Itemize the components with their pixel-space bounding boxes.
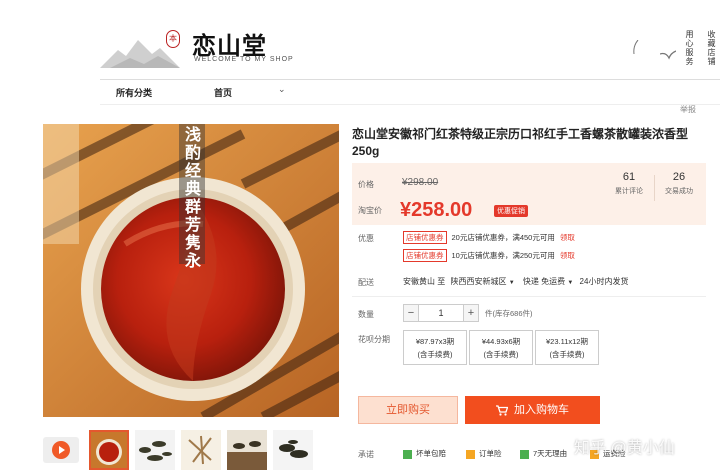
installment-option-3[interactable]: ¥87.97x3期 (含手续费) (403, 330, 467, 365)
shop-nav: 所有分类 ⌄ 首页 (100, 80, 720, 104)
nav-all-categories[interactable]: 所有分类 (116, 86, 152, 99)
price-box: 价格 ¥298.00 淘宝价 ¥258.00 优惠促销 61 累计评论 26 交… (352, 163, 706, 225)
installment-option-6[interactable]: ¥44.93x6期 (含手续费) (469, 330, 533, 365)
coupon-text: 10元店铺优惠券，满250元可用 (451, 251, 555, 260)
caret-down-icon[interactable]: ▼ (509, 280, 515, 286)
coupon-text: 20元店铺优惠券，满450元可用 (451, 233, 555, 242)
section-divider (352, 296, 706, 297)
promo-badge: 优惠促销 (494, 205, 528, 217)
thumbnail-5[interactable] (273, 430, 313, 470)
original-price: ¥298.00 (402, 177, 439, 188)
thumbnail-1[interactable] (89, 430, 129, 470)
bird-icon (660, 50, 676, 60)
shop-seal: 本 (166, 30, 180, 48)
stat-reviews[interactable]: 61 累计评论 (604, 171, 654, 196)
stock-text: 件(库存686件) (485, 309, 533, 318)
product-main-image[interactable]: 浅酌经典群芳隽永 (43, 124, 339, 417)
sales-label: 交易成功 (665, 188, 693, 195)
claim-coupon-link[interactable]: 领取 (560, 233, 575, 242)
coupon-row-1: 店铺优惠券 20元店铺优惠券，满450元可用 领取 (403, 231, 575, 244)
ship-method-select[interactable]: 快递 免运费 (523, 277, 565, 286)
video-play-button[interactable] (43, 437, 79, 463)
shield-check-icon (403, 449, 412, 459)
buy-now-button[interactable]: 立即购买 (358, 396, 458, 424)
promise-item[interactable]: 订单险 (466, 448, 502, 459)
image-overlay-text: 浅酌经典群芳隽永 (182, 126, 201, 270)
favorite-shop-link[interactable]: 收藏店铺 (706, 30, 717, 66)
add-to-cart-label: 加入购物车 (514, 404, 569, 416)
coupon-tag: 店铺优惠券 (403, 231, 447, 244)
ship-from: 安徽黄山 至 (403, 277, 446, 286)
reviews-count: 61 (622, 171, 636, 183)
caret-down-icon[interactable]: ▼ (567, 280, 573, 286)
stat-sales: 26 交易成功 (654, 171, 704, 196)
shop-header: 本 恋山堂 WELCOME TO MY SHOP 用心服务 收藏店铺 (0, 0, 720, 80)
claim-coupon-link[interactable]: 领取 (560, 251, 575, 260)
thumbnail-2[interactable] (135, 430, 175, 470)
installment-option-12[interactable]: ¥23.11x12期 (含手续费) (535, 330, 599, 365)
coupon-tag: 店铺优惠券 (403, 249, 447, 262)
reviews-label: 累计评论 (615, 188, 643, 195)
chevron-down-icon[interactable]: ⌄ (278, 84, 286, 95)
increment-button[interactable]: + (463, 304, 479, 322)
shipping-label: 配送 (358, 278, 374, 287)
cart-icon (496, 404, 508, 416)
feather-icon (633, 40, 639, 54)
service-link[interactable]: 用心服务 (684, 30, 695, 66)
report-link[interactable]: 举报 (680, 104, 696, 115)
product-title: 恋山堂安徽祁门红茶特级正宗历口祁红手工香螺茶散罐装浓香型250g (352, 127, 689, 158)
ship-destination-select[interactable]: 陕西西安新城区 (450, 277, 506, 286)
nav-divider (100, 104, 720, 105)
insurance-icon (466, 449, 475, 459)
sales-count: 26 (672, 171, 686, 183)
current-price: ¥258.00 (400, 199, 473, 221)
quantity-label: 数量 (358, 310, 374, 319)
promise-item[interactable]: 7天无理由 (520, 448, 567, 459)
promise-item[interactable]: 坏单包赔 (403, 448, 446, 459)
coupons-label: 优惠 (358, 234, 374, 243)
price-label: 价格 (358, 180, 374, 189)
zhihu-watermark: 知乎 @黄小仙 (574, 440, 675, 457)
welcome-text: WELCOME TO MY SHOP (194, 56, 294, 63)
thumbnail-3[interactable] (181, 430, 221, 470)
taobao-price-label: 淘宝价 (358, 206, 382, 215)
promise-label: 承诺 (358, 450, 374, 459)
coupon-row-2: 店铺优惠券 10元店铺优惠券，满250元可用 领取 (403, 249, 575, 262)
decrement-button[interactable]: − (403, 304, 419, 322)
nav-home[interactable]: 首页 (214, 86, 232, 99)
quantity-input[interactable]: 1 (419, 304, 463, 322)
installment-label: 花呗分期 (358, 335, 390, 344)
add-to-cart-button[interactable]: 加入购物车 (465, 396, 600, 424)
thumbnail-4[interactable] (227, 430, 267, 470)
ship-time: 24小时内发货 (579, 277, 629, 286)
seven-day-return-icon (520, 449, 529, 459)
shipping-info: 安徽黄山 至 陕西西安新城区 ▼ 快递 免运费 ▼ 24小时内发货 (403, 276, 628, 287)
